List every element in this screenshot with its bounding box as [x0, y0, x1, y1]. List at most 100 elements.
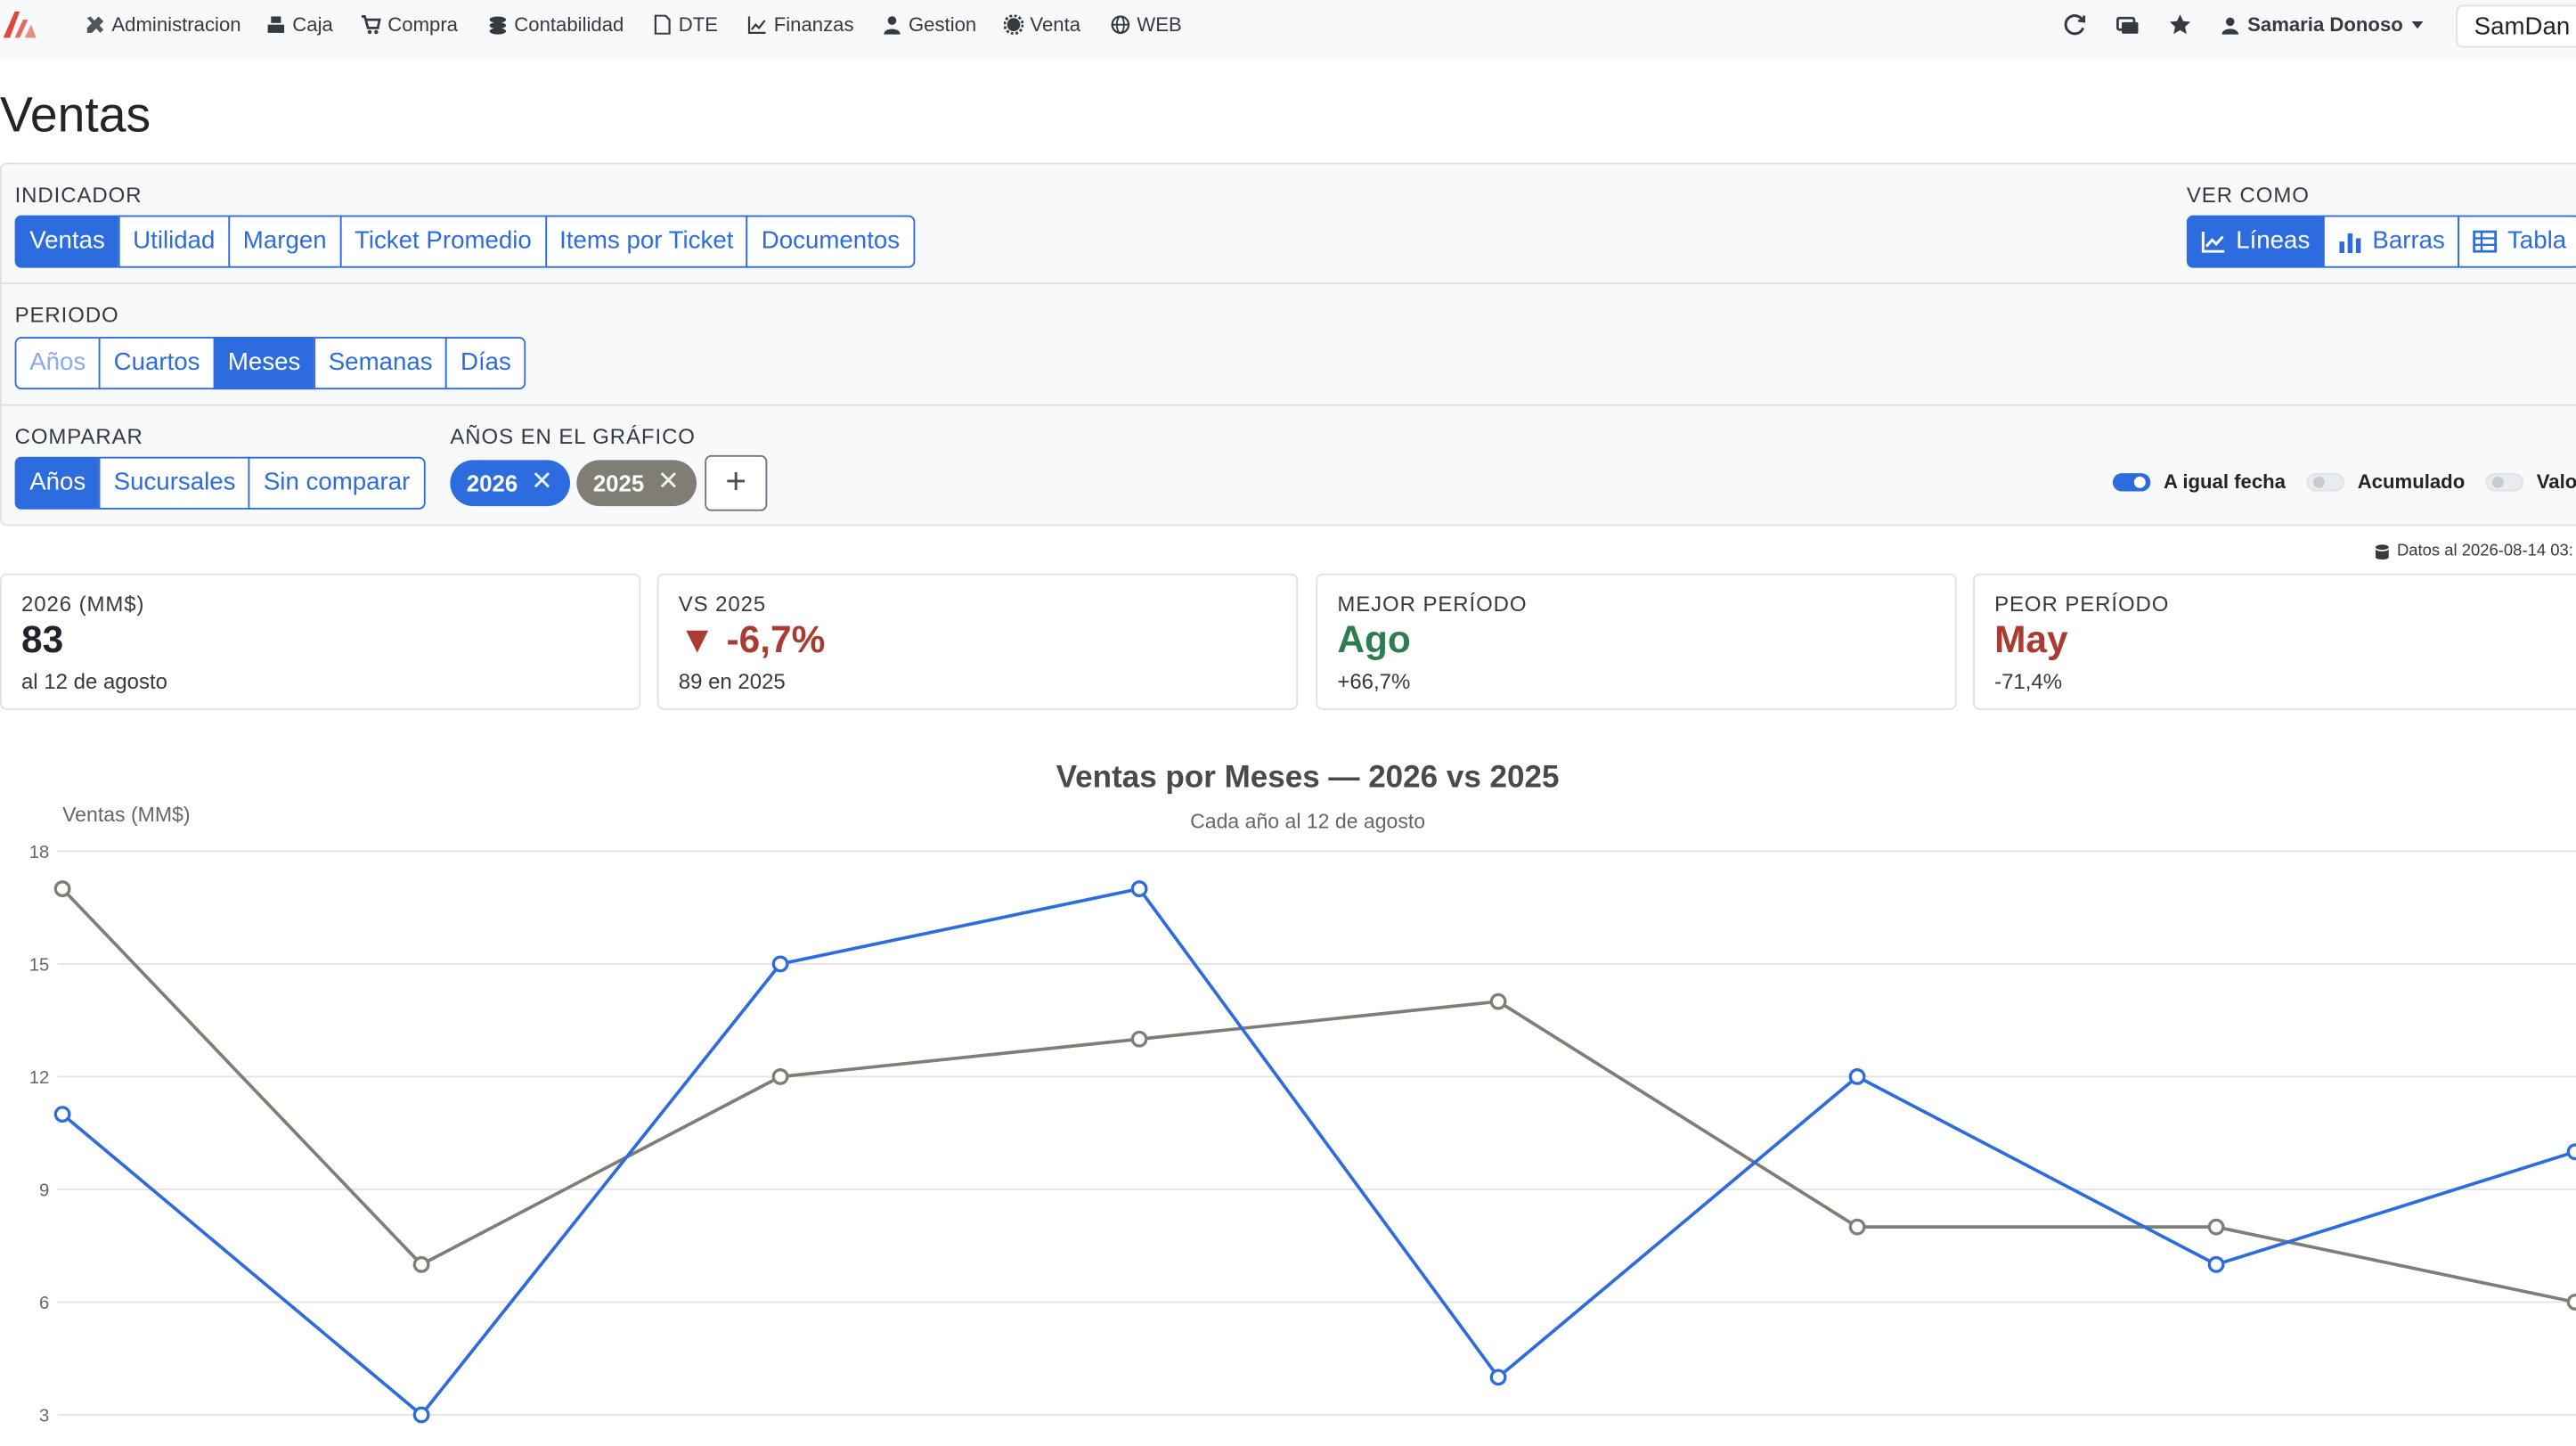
nav-contabilidad[interactable]: Contabilidad [488, 13, 624, 37]
cash-register-icon[interactable] [2116, 13, 2140, 37]
data-point-2026[interactable] [1130, 880, 1148, 897]
gear-icon [1003, 14, 1024, 35]
periodo-meses[interactable]: Meses [213, 337, 315, 390]
nav-dte[interactable]: DTE [652, 13, 718, 37]
nav-label: WEB [1137, 12, 1182, 37]
toggle-switch[interactable] [2306, 472, 2344, 491]
view-lineas-button[interactable]: Líneas [2186, 215, 2325, 268]
periodo-label: PERIODO [14, 302, 119, 328]
data-point-2025[interactable] [53, 880, 71, 897]
brand-logo-icon[interactable] [0, 6, 39, 39]
toggle-label: A igual fecha [2164, 470, 2287, 494]
nav-finanzas[interactable]: Finanzas [747, 12, 854, 37]
nav-administracion[interactable]: Administracion [86, 13, 241, 37]
data-point-2026[interactable] [1848, 1068, 1866, 1085]
toggle-label: Valor [2536, 470, 2576, 494]
chart-series [53, 880, 2576, 1424]
comparar-sin-comparar[interactable]: Sin comparar [249, 456, 425, 510]
indicador-margen[interactable]: Margen [228, 215, 342, 268]
indicador-group: Ventas Utilidad Margen Ticket Promedio I… [14, 215, 915, 268]
indicador-items-por-ticket[interactable]: Items por Ticket [544, 215, 749, 268]
kpi-sub: 89 en 2025 [678, 668, 786, 694]
periodo-dias[interactable]: Días [445, 337, 526, 390]
data-point-2025[interactable] [1848, 1218, 1866, 1236]
kpi-card-peor: PEOR PERÍODO May -71,4% [1973, 573, 2576, 710]
data-point-2026[interactable] [771, 955, 789, 973]
nav-gestion[interactable]: Gestion [882, 13, 976, 37]
view-barras-button[interactable]: Barras [2323, 215, 2460, 268]
nav-label: Finanzas [773, 12, 854, 37]
close-icon[interactable]: ✕ [657, 460, 680, 506]
nav-compra[interactable]: Compra [361, 12, 459, 37]
year-chip-2025[interactable]: 2025 ✕ [576, 460, 697, 507]
view-label: Barras [2372, 226, 2445, 255]
kpi-card-vs: VS 2025 ▼ -6,7% 89 en 2025 [656, 573, 1299, 710]
periodo-group: Años Cuartos Meses Semanas Días [14, 337, 526, 390]
kpi-value: 83 [20, 617, 64, 661]
data-point-2026[interactable] [53, 1106, 71, 1123]
indicador-ticket-promedio[interactable]: Ticket Promedio [339, 215, 547, 268]
indicador-utilidad[interactable]: Utilidad [118, 215, 231, 268]
nav-web[interactable]: WEB [1111, 13, 1182, 37]
toggle-valor[interactable]: Valor [2485, 470, 2576, 494]
company-selector[interactable]: SamDan [2456, 4, 2576, 48]
year-chip-label: 2025 [592, 470, 645, 497]
kpi-value: Ago [1337, 617, 1411, 661]
nav-label: Compra [387, 12, 459, 37]
y-tick-label: 9 [39, 1180, 49, 1200]
data-point-2026[interactable] [2566, 1143, 2576, 1161]
database-icon [2375, 543, 2389, 560]
add-year-button[interactable]: + [705, 454, 768, 511]
data-point-2025[interactable] [2566, 1294, 2576, 1311]
kpi-card-total: 2026 (MM$) 83 al 12 de agosto [0, 573, 641, 710]
nav-venta[interactable]: Venta [1003, 13, 1080, 37]
data-point-2026[interactable] [2207, 1255, 2225, 1273]
view-tabla-button[interactable]: Tabla [2458, 215, 2576, 268]
data-point-2025[interactable] [1489, 993, 1507, 1010]
indicador-documentos[interactable]: Documentos [746, 215, 915, 268]
nav-label: Administracion [111, 12, 241, 37]
year-chip-label: 2026 [466, 470, 518, 497]
chart-line-icon [2201, 232, 2225, 253]
top-navbar: Administracion Caja Compra Contabilidad … [0, 0, 2576, 60]
close-icon[interactable]: ✕ [531, 460, 553, 506]
data-point-2026[interactable] [1489, 1368, 1507, 1386]
indicador-ventas[interactable]: Ventas [14, 215, 120, 268]
kpi-label: MEJOR PERÍODO [1337, 591, 1528, 617]
data-point-2025[interactable] [412, 1255, 430, 1273]
refresh-icon[interactable] [2064, 13, 2087, 37]
data-point-2025[interactable] [1130, 1030, 1148, 1048]
periodo-semanas[interactable]: Semanas [314, 337, 448, 390]
ver-como-group: Líneas Barras Tabla [2186, 215, 2576, 268]
toggle-acumulado[interactable]: Acumulado [2306, 470, 2465, 493]
periodo-anios[interactable]: Años [14, 337, 101, 390]
user-menu[interactable]: Samaria Donoso [2221, 13, 2423, 37]
series-line-2025 [61, 887, 2576, 1304]
sales-line-chart: Ventas por Meses — 2026 vs 2025 Cada año… [29, 759, 2576, 1426]
y-tick-label: 18 [29, 843, 50, 862]
table-icon [2473, 230, 2498, 253]
star-icon[interactable] [2169, 13, 2192, 37]
toggle-igual-fecha[interactable]: A igual fecha [2112, 470, 2287, 494]
year-chip-2026[interactable]: 2026 ✕ [450, 460, 570, 507]
chart-subtitle: Cada año al 12 de agosto [1190, 810, 1425, 833]
data-timestamp: Datos al 2026-08-14 03: [2374, 543, 2573, 560]
user-name: Samaria Donoso [2247, 12, 2403, 37]
divider [0, 282, 2576, 285]
periodo-cuartos[interactable]: Cuartos [99, 337, 216, 390]
ver-como-label: VER COMO [2186, 182, 2310, 208]
toggle-switch[interactable] [2485, 472, 2523, 491]
comparar-sucursales[interactable]: Sucursales [99, 456, 251, 510]
data-point-2025[interactable] [771, 1068, 789, 1085]
nav-label: Contabilidad [514, 12, 624, 37]
toggle-switch[interactable] [2112, 472, 2151, 491]
kpi-label: PEOR PERÍODO [1994, 591, 2170, 617]
user-icon [2221, 16, 2239, 34]
data-point-2025[interactable] [2207, 1218, 2225, 1236]
file-icon [654, 14, 671, 35]
nav-caja[interactable]: Caja [266, 13, 333, 37]
chart-bar-icon [2339, 233, 2361, 254]
comparar-anios[interactable]: Años [14, 456, 101, 510]
comparar-group: Años Sucursales Sin comparar [14, 456, 425, 510]
data-point-2026[interactable] [412, 1406, 430, 1424]
